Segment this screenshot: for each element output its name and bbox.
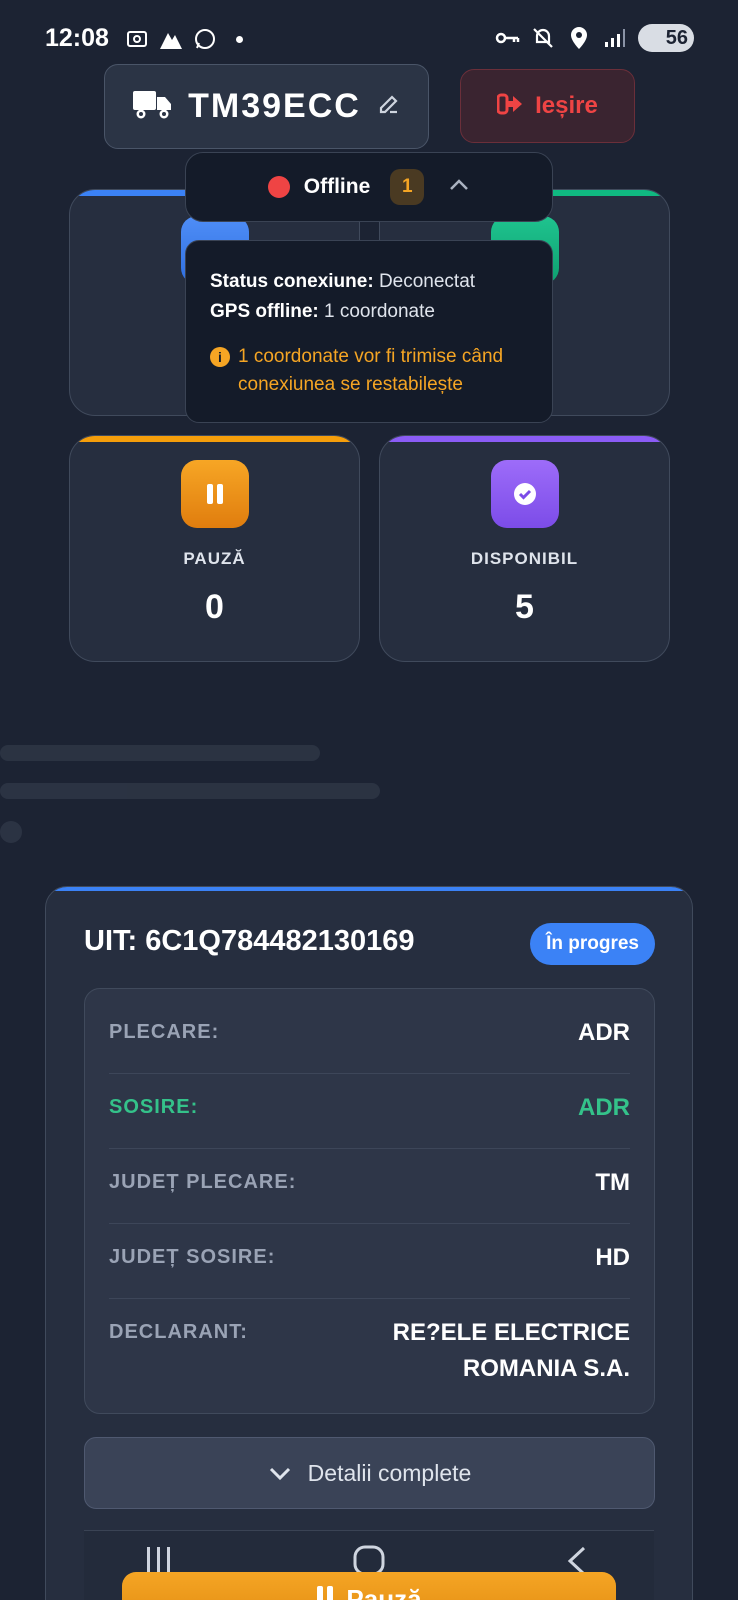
detail-value: TM: [595, 1169, 630, 1196]
detail-label: PLECARE:: [109, 1021, 220, 1043]
pause-icon: [316, 1584, 334, 1600]
location-icon: [566, 25, 592, 51]
sync-warning: i 1 coordonate vor fi trimise când conex…: [210, 343, 528, 399]
available-stat-card[interactable]: DISPONIBIL 5: [379, 435, 670, 662]
chevron-down-icon: [268, 1460, 292, 1487]
whatsapp-icon: [192, 26, 218, 52]
connection-status-label: Status conexiune:: [210, 271, 374, 292]
app-icon: [158, 26, 184, 52]
detail-value: ADR: [578, 1019, 630, 1046]
vpn-key-icon: [494, 25, 520, 51]
sign-out-icon: [496, 92, 523, 121]
detail-row-declarant: DECLARANT: RE?ELE ELECTRICE ROMANIA S.A.: [109, 1299, 630, 1409]
offline-label: Offline: [303, 175, 371, 198]
status-time: 12:08: [45, 24, 109, 52]
edit-icon[interactable]: [377, 92, 401, 121]
uit-accent-bar: [46, 887, 692, 891]
check-circle-icon: [491, 460, 559, 528]
signal-icon: [602, 25, 628, 51]
detail-value: HD: [595, 1244, 630, 1271]
offline-status-toggle[interactable]: Offline 1: [185, 152, 553, 222]
available-title: DISPONIBIL: [470, 549, 579, 568]
vehicle-plate: TM39ECC: [188, 87, 361, 125]
pause-value: 0: [205, 588, 224, 626]
detail-label: SOSIRE:: [109, 1096, 199, 1118]
detail-row-departure: PLECARE: ADR: [109, 999, 630, 1074]
offline-indicator-dot: [267, 176, 290, 198]
connection-status-row: Status conexiune: Deconectat: [210, 267, 528, 297]
uit-title: UIT: 6C1Q784482130169: [84, 925, 415, 957]
pause-icon: [181, 460, 249, 528]
pause-button[interactable]: Pauză: [122, 1572, 616, 1600]
uit-details: PLECARE: ADR SOSIRE: ADR JUDEȚ PLECARE: …: [84, 988, 655, 1414]
sync-warning-text: 1 coordonate vor fi trimise când conexiu…: [238, 346, 504, 395]
available-value: 5: [515, 588, 534, 626]
gps-offline-row: GPS offline: 1 coordonate: [210, 297, 528, 327]
detail-value: RE?ELE ELECTRICE ROMANIA S.A.: [392, 1319, 630, 1382]
battery-level: 56: [665, 26, 688, 49]
detail-row-departure-county: JUDEȚ PLECARE: TM: [109, 1149, 630, 1224]
faded-background-content: [0, 745, 400, 875]
pause-stat-card[interactable]: PAUZĂ 0: [69, 435, 360, 662]
connection-status-popup: Status conexiune: Deconectat GPS offline…: [185, 240, 553, 423]
detail-row-arrival: SOSIRE: ADR: [109, 1074, 630, 1149]
vehicle-button[interactable]: TM39ECC: [104, 64, 429, 149]
pause-button-label: Pauză: [346, 1584, 422, 1600]
notification-dot: [236, 35, 243, 43]
card-accent-bar: [380, 436, 669, 442]
gps-offline-label: GPS offline:: [210, 301, 319, 322]
detail-row-arrival-county: JUDEȚ SOSIRE: HD: [109, 1224, 630, 1299]
full-details-label: Detalii complete: [307, 1459, 472, 1486]
mute-icon: [530, 25, 556, 51]
detail-label: DECLARANT:: [109, 1321, 248, 1343]
gps-offline-value: 1 coordonate: [324, 301, 435, 322]
info-icon: i: [210, 347, 230, 367]
pause-title: PAUZĂ: [183, 549, 246, 568]
exit-button[interactable]: Ieșire: [460, 69, 635, 143]
battery-icon: 56: [638, 24, 694, 52]
full-details-button[interactable]: Detalii complete: [84, 1437, 655, 1509]
exit-label: Ieșire: [535, 92, 598, 119]
card-accent-bar: [70, 436, 359, 442]
truck-icon: [132, 88, 172, 125]
chevron-up-icon: [448, 178, 470, 197]
detail-label: JUDEȚ SOSIRE:: [109, 1246, 276, 1268]
detail-value: ADR: [578, 1094, 630, 1121]
status-badge: În progres: [530, 923, 655, 965]
connection-status-value: Deconectat: [378, 271, 476, 292]
screenshot-icon: [124, 26, 150, 52]
uit-card: UIT: 6C1Q784482130169 În progres PLECARE…: [45, 886, 693, 1600]
offline-count-badge: 1: [390, 169, 425, 205]
detail-label: JUDEȚ PLECARE:: [109, 1171, 297, 1193]
